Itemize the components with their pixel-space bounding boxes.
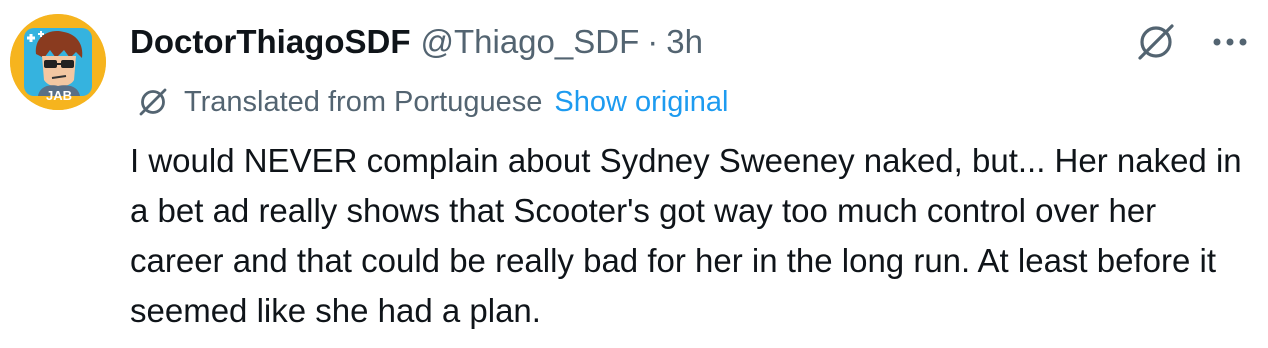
- translate-small-icon: [136, 85, 170, 119]
- tweet-text: I would NEVER complain about Sydney Swee…: [130, 142, 1242, 329]
- tweet[interactable]: JAB DoctorThiagoSDF @Thiago_SDF · 3h Tra…: [0, 0, 1268, 348]
- tweet-header: DoctorThiagoSDF @Thiago_SDF · 3h: [130, 20, 703, 64]
- translate-icon[interactable]: [1134, 20, 1178, 64]
- show-original-link[interactable]: Show original: [554, 86, 728, 119]
- translation-notice: Translated from Portuguese Show original: [136, 82, 729, 122]
- more-icon[interactable]: [1212, 36, 1248, 48]
- user-handle[interactable]: @Thiago_SDF: [420, 23, 639, 61]
- separator-dot: ·: [647, 23, 659, 60]
- avatar-label: JAB: [46, 88, 73, 103]
- tweet-actions-top: [1134, 20, 1248, 64]
- timestamp[interactable]: 3h: [666, 23, 703, 61]
- avatar[interactable]: JAB: [10, 14, 106, 110]
- translated-label: Translated from Portuguese: [184, 85, 543, 118]
- display-name[interactable]: DoctorThiagoSDF: [130, 23, 410, 61]
